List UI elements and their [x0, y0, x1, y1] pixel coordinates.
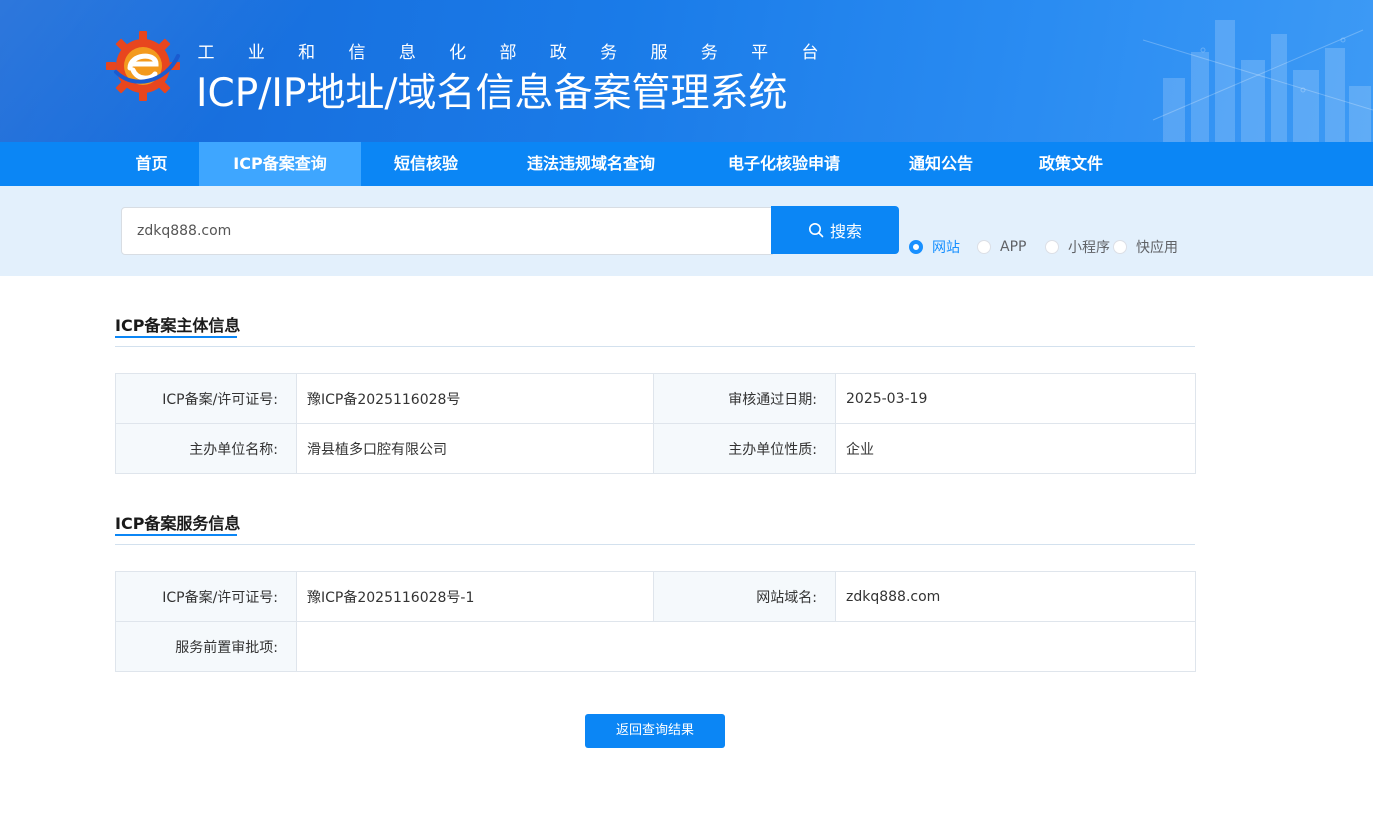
subtitle-char: 业 [247, 43, 265, 63]
section-divider [115, 544, 1195, 545]
radio-unchecked-icon [1113, 240, 1127, 254]
subject-info-table: ICP备案/许可证号: 豫ICP备2025116028号 审核通过日期: 202… [115, 373, 1196, 474]
pre-approval-label: 服务前置审批项: [115, 621, 297, 672]
nav-item-sms-verify[interactable]: 短信核验 [361, 142, 491, 186]
radio-label: 网站 [932, 240, 960, 256]
radio-website[interactable]: 网站 [909, 238, 960, 256]
radio-unchecked-icon [977, 240, 991, 254]
service-license-label: ICP备案/许可证号: [115, 571, 297, 622]
back-to-results-button[interactable]: 返回查询结果 [585, 714, 725, 748]
radio-label: 快应用 [1136, 240, 1178, 256]
nav-item-electronic-verify[interactable]: 电子化核验申请 [691, 142, 877, 186]
nav-item-icp-query[interactable]: ICP备案查询 [199, 142, 361, 186]
website-domain-value: zdkq888.com [835, 571, 1196, 622]
subtitle-char: 服 [650, 43, 668, 63]
table-row: 服务前置审批项: [115, 621, 1196, 672]
subtitle-char: 务 [600, 43, 618, 63]
radio-label: 小程序 [1068, 240, 1110, 256]
approval-date-label: 审核通过日期: [653, 373, 836, 424]
subtitle-char: 信 [348, 43, 366, 63]
miit-logo-icon [106, 31, 180, 101]
subtitle-char: 和 [298, 43, 316, 63]
website-domain-label: 网站域名: [653, 571, 836, 622]
radio-mini-program[interactable]: 小程序 [1045, 238, 1110, 256]
table-row: ICP备案/许可证号: 豫ICP备2025116028号 审核通过日期: 202… [115, 373, 1196, 424]
pre-approval-value [296, 621, 1196, 672]
radio-checked-icon [909, 240, 923, 254]
service-info-table: ICP备案/许可证号: 豫ICP备2025116028号-1 网站域名: zdk… [115, 571, 1196, 672]
system-title: ICP/IP地址/域名信息备案管理系统 [196, 71, 788, 116]
service-license-value: 豫ICP备2025116028号-1 [296, 571, 654, 622]
radio-quick-app[interactable]: 快应用 [1113, 238, 1178, 256]
subtitle-char: 平 [751, 43, 769, 63]
radio-unchecked-icon [1045, 240, 1059, 254]
subtitle-char: 部 [499, 43, 517, 63]
search-button[interactable]: 搜索 [771, 206, 899, 254]
subtitle-char: 工 [197, 43, 215, 63]
section-title-underline [115, 534, 237, 536]
icp-license-value: 豫ICP备2025116028号 [296, 373, 654, 424]
search-bar-area: 搜索 网站 APP 小程序 快应用 [0, 186, 1373, 276]
nav-item-notices[interactable]: 通知公告 [877, 142, 1005, 186]
table-row: 主办单位名称: 滑县植多口腔有限公司 主办单位性质: 企业 [115, 423, 1196, 474]
subtitle-char: 化 [449, 43, 467, 63]
table-row: ICP备案/许可证号: 豫ICP备2025116028号-1 网站域名: zdk… [115, 571, 1196, 622]
search-button-label: 搜索 [829, 222, 862, 241]
section-title-subject-info: ICP备案主体信息 [115, 316, 241, 335]
city-skyline-decoration [1143, 20, 1373, 142]
organizer-type-value: 企业 [835, 423, 1196, 474]
search-input[interactable] [121, 207, 773, 255]
subtitle-char: 台 [801, 43, 819, 63]
organizer-type-label: 主办单位性质: [653, 423, 836, 474]
nav-item-policy-docs[interactable]: 政策文件 [1005, 142, 1137, 186]
organizer-name-value: 滑县植多口腔有限公司 [296, 423, 654, 474]
header-banner: 工 业 和 信 息 化 部 政 务 服 务 平 台 ICP/IP地址/域名信息备案管理系统 [0, 0, 1373, 142]
banner-subtitle: 工业和信息化部政务服务平台 [196, 38, 820, 63]
section-title-underline [115, 336, 237, 338]
section-divider [115, 346, 1195, 347]
subtitle-char: 息 [398, 43, 416, 63]
search-icon [808, 223, 824, 238]
section-title-service-info: ICP备案服务信息 [115, 514, 241, 533]
organizer-name-label: 主办单位名称: [115, 423, 297, 474]
main-nav: 首页 ICP备案查询 短信核验 违法违规域名查询 电子化核验申请 通知公告 政策… [0, 142, 1373, 186]
icp-license-label: ICP备案/许可证号: [115, 373, 297, 424]
radio-app[interactable]: APP [977, 238, 1026, 256]
subtitle-char: 政 [549, 43, 567, 63]
nav-item-home[interactable]: 首页 [104, 142, 199, 186]
approval-date-value: 2025-03-19 [835, 373, 1196, 424]
nav-item-illegal-domain-query[interactable]: 违法违规域名查询 [491, 142, 691, 186]
radio-label: APP [1000, 239, 1027, 255]
subtitle-char: 务 [700, 43, 718, 63]
